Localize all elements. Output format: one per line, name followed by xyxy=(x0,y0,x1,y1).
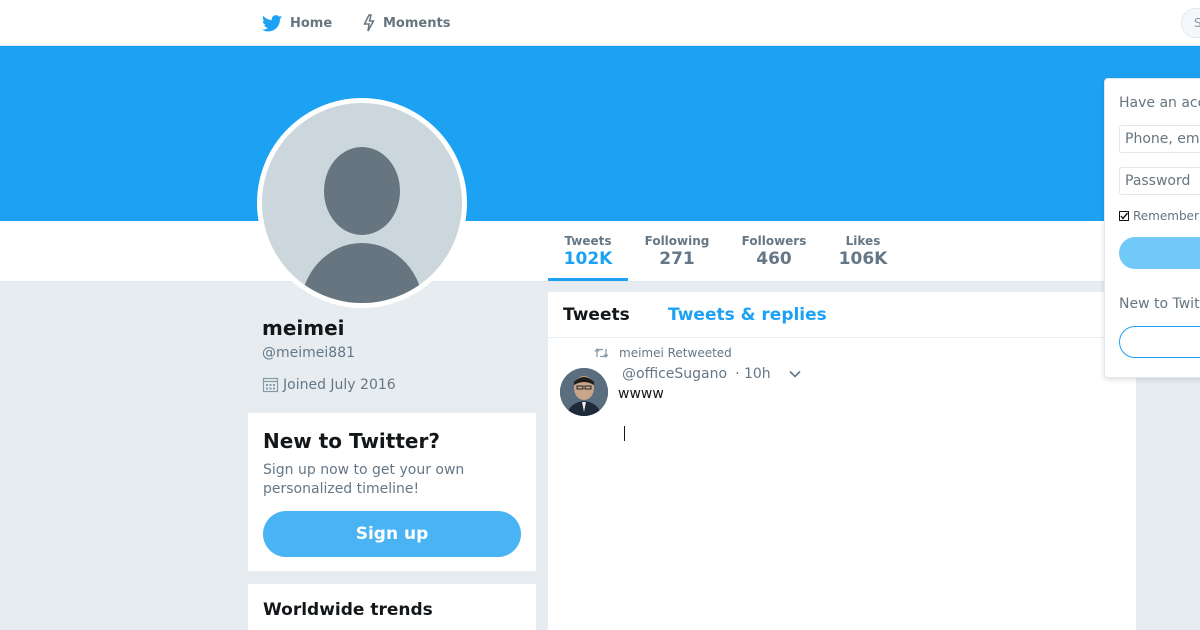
signup-button[interactable]: Sign up xyxy=(263,511,521,557)
signup-title: New to Twitter? xyxy=(263,429,440,453)
nav-moments[interactable]: Moments xyxy=(363,0,450,46)
checkmark-icon xyxy=(1120,212,1129,220)
stat-tweets-value: 102K xyxy=(563,249,613,269)
top-navigation: Home Moments S xyxy=(0,0,1200,46)
text-cursor xyxy=(624,426,625,441)
twitter-bird-icon xyxy=(262,14,282,31)
trends-title: Worldwide trends xyxy=(263,600,433,620)
tweet-author-handle[interactable]: @officeSugano xyxy=(622,366,727,382)
retweet-icon xyxy=(594,348,609,358)
login-password-input[interactable]: Password xyxy=(1119,167,1200,195)
search-input[interactable]: S xyxy=(1181,8,1200,38)
stat-likes-value: 106K xyxy=(838,249,888,269)
nav-moments-label: Moments xyxy=(383,15,451,31)
tab-tweets-and-replies[interactable]: Tweets & replies xyxy=(668,305,827,325)
stat-tweets[interactable]: Tweets 102K xyxy=(548,221,628,281)
tweet-text: wwww xyxy=(618,386,664,402)
tweet[interactable]: meimei Retweeted @officeSugano · 10h www… xyxy=(548,338,1136,628)
profile-banner xyxy=(0,46,1200,221)
profile-name[interactable]: meimei xyxy=(262,316,345,340)
trends-card: Worldwide trends xyxy=(248,584,536,630)
lightning-icon xyxy=(363,14,375,32)
tab-tweets[interactable]: Tweets xyxy=(563,305,630,325)
stat-followers-label: Followers xyxy=(741,234,807,248)
profile-avatar[interactable] xyxy=(257,98,467,308)
stat-following-value: 271 xyxy=(659,249,695,269)
avatar xyxy=(262,103,462,303)
author-photo-icon xyxy=(560,368,608,416)
default-avatar-icon xyxy=(300,147,424,303)
calendar-icon xyxy=(262,377,279,393)
stat-tweets-label: Tweets xyxy=(564,234,612,248)
tweet-author-avatar[interactable] xyxy=(560,368,608,416)
profile-stats-bar: Tweets 102K Following 271 Followers 460 … xyxy=(0,221,1200,282)
login-phone-input[interactable]: Phone, ema xyxy=(1119,125,1200,153)
login-password-placeholder: Password xyxy=(1125,173,1191,189)
stat-followers-value: 460 xyxy=(756,249,792,269)
stat-likes[interactable]: Likes 106K xyxy=(834,221,892,281)
nav-home-label: Home xyxy=(290,15,333,31)
stat-followers[interactable]: Followers 460 xyxy=(738,221,810,281)
login-dropdown: Have an acc Phone, ema Password Remember… xyxy=(1104,78,1200,378)
remember-checkbox[interactable] xyxy=(1119,211,1129,221)
search-placeholder: S xyxy=(1194,16,1200,30)
login-new-label: New to Twit xyxy=(1119,296,1200,312)
profile-handle[interactable]: @meimei881 xyxy=(262,345,355,361)
login-signup-button[interactable] xyxy=(1119,326,1200,358)
login-button[interactable] xyxy=(1119,237,1200,269)
tweet-time[interactable]: · 10h xyxy=(735,366,771,382)
login-title: Have an acc xyxy=(1119,95,1200,111)
tweet-header: @officeSugano · 10h xyxy=(622,366,801,382)
remember-label: Remember xyxy=(1133,209,1199,223)
retweet-label[interactable]: meimei Retweeted xyxy=(619,346,732,360)
joined-label: Joined July 2016 xyxy=(283,376,396,393)
joined-date: Joined July 2016 xyxy=(262,376,396,393)
signup-card: New to Twitter? Sign up now to get your … xyxy=(248,413,536,571)
signup-description: Sign up now to get your own personalized… xyxy=(263,462,465,497)
retweet-context: meimei Retweeted xyxy=(594,346,732,360)
timeline-tabs: Tweets Tweets & replies xyxy=(548,292,1136,338)
stat-following[interactable]: Following 271 xyxy=(641,221,713,281)
nav-home[interactable]: Home xyxy=(262,0,332,46)
timeline: Tweets Tweets & replies meimei Retweeted… xyxy=(548,292,1136,630)
remember-me[interactable]: Remember xyxy=(1119,209,1199,223)
stat-following-label: Following xyxy=(644,234,710,248)
stat-likes-label: Likes xyxy=(845,234,881,248)
chevron-down-icon[interactable] xyxy=(789,370,801,378)
login-phone-placeholder: Phone, ema xyxy=(1125,131,1200,147)
